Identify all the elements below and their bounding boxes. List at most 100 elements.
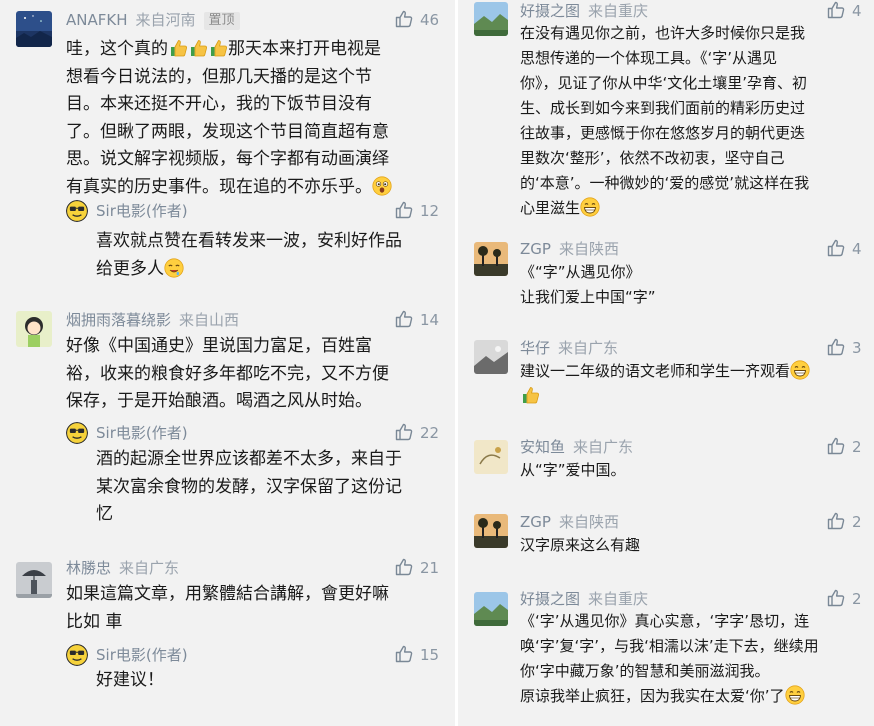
- author-location: 来自重庆: [588, 590, 649, 608]
- bw-photo-avatar[interactable]: [474, 340, 508, 374]
- thumbs-up-icon: [826, 337, 846, 357]
- like-button[interactable]: 15: [394, 644, 439, 666]
- like-button[interactable]: 4: [826, 238, 862, 260]
- sunset-tree-avatar[interactable]: [474, 242, 508, 276]
- thumbs-up-icon: [826, 238, 846, 258]
- reply-meta: Sir电影(作者): [96, 644, 188, 666]
- author-location: 来自陕西: [558, 513, 619, 531]
- comment-text: 建议一二年级的语文老师和学生一齐观看: [520, 359, 865, 409]
- like-count: 4: [852, 240, 862, 258]
- landscape-avatar[interactable]: [474, 2, 508, 36]
- comment-text: 哇，这个真的 那天本来打开电视是 想看今日说法的，但那几天播的是这个节 目。本来还…: [66, 36, 451, 201]
- like-count: 4: [852, 2, 862, 20]
- comment-meta: 烟拥雨落暮绕影 来自山西: [66, 309, 239, 331]
- reply-author-name[interactable]: Sir电影(作者): [96, 424, 188, 442]
- author-location: 来自重庆: [588, 2, 649, 20]
- like-button[interactable]: 2: [826, 436, 862, 458]
- landscape-avatar[interactable]: [474, 592, 508, 626]
- comment-meta: 好摄之图 来自重庆: [520, 588, 648, 610]
- cartoon-girl-avatar[interactable]: [16, 311, 52, 347]
- thumbs-up-emoji: [168, 38, 188, 58]
- like-button[interactable]: 21: [394, 557, 439, 579]
- thumbs-up-icon: [826, 511, 846, 531]
- like-count: 22: [420, 424, 440, 442]
- author-location: 来自山西: [179, 311, 240, 329]
- thumbs-up-icon: [394, 422, 414, 442]
- author-location: 来自广东: [119, 559, 180, 577]
- comment-meta: ANAFKH 来自河南 置顶: [66, 9, 240, 31]
- sunset-tree-avatar[interactable]: [474, 514, 508, 548]
- ink-painting-avatar[interactable]: [474, 440, 508, 474]
- author-location: 来自广东: [558, 339, 619, 357]
- author-location: 来自陕西: [558, 240, 619, 258]
- comment-text: 从“字”爱中国。: [520, 461, 626, 479]
- thumbs-up-emoji: [188, 38, 208, 58]
- author-name[interactable]: 安知鱼: [520, 438, 565, 456]
- thumbs-up-icon: [394, 200, 414, 220]
- reply-text: 好建议！: [96, 670, 164, 690]
- reply-meta: Sir电影(作者): [96, 200, 188, 222]
- author-location: 来自河南: [135, 11, 196, 29]
- like-count: 14: [420, 311, 440, 329]
- like-count: 3: [852, 339, 862, 357]
- pinned-badge: 置顶: [203, 12, 240, 30]
- author-name[interactable]: ZGP: [520, 240, 551, 258]
- comment-text: 《‘字’从遇见你》真心实意，‘字字’恳切，连 唤‘字’复‘字’，与我‘相濡以沫’…: [520, 612, 819, 705]
- comment-meta: 林勝忠 来自广东: [66, 557, 179, 579]
- drooling-face-emoji: [164, 258, 184, 278]
- thumbs-up-emoji: [520, 385, 540, 405]
- like-count: 15: [420, 646, 440, 664]
- like-count: 46: [420, 11, 440, 29]
- author-name[interactable]: 好摄之图: [520, 2, 580, 20]
- like-button[interactable]: 3: [826, 337, 862, 359]
- comment-text: 好像《中国通史》里说国力富足，百姓富 裕，收来的粮食好多年都吃不完，又不方便 保…: [66, 336, 389, 411]
- author-name[interactable]: ANAFKH: [66, 11, 128, 29]
- night-sky-avatar[interactable]: [16, 11, 52, 47]
- reply-author-name[interactable]: Sir电影(作者): [96, 646, 188, 664]
- comment-text: 如果這篇文章，用繁體結合講解，會更好嘛 比如 車: [66, 584, 389, 632]
- thumbs-up-icon: [394, 309, 414, 329]
- reply-text: 酒的起源全世界应该都差不太多，来自于 某次富余食物的发酵，汉字保留了这份记 忆: [96, 449, 402, 524]
- column-divider: [455, 0, 458, 726]
- like-count: 12: [420, 202, 440, 220]
- grinning-face-emoji: [785, 685, 805, 705]
- author-name[interactable]: ZGP: [520, 513, 551, 531]
- author-name[interactable]: 好摄之图: [520, 590, 580, 608]
- reply-meta: Sir电影(作者): [96, 422, 188, 444]
- like-count: 2: [852, 590, 862, 608]
- thumbs-up-icon: [394, 9, 414, 29]
- thumbs-up-emoji: [208, 38, 228, 58]
- thumbs-up-icon: [394, 557, 414, 577]
- comment-meta: 安知鱼 来自广东: [520, 436, 633, 458]
- comment-text: 在没有遇见你之前，也许大多时候你只是我 思想传递的一个体现工具。《‘字’从遇见 …: [520, 24, 810, 217]
- comment-meta: 华仔 来自广东: [520, 337, 618, 359]
- reply-text: 喜欢就点赞在看转发来一波，安利好作品 给更多人: [96, 231, 402, 279]
- thumbs-up-icon: [394, 644, 414, 664]
- comment-meta: ZGP 来自陕西: [520, 511, 619, 533]
- like-button[interactable]: 2: [826, 588, 862, 610]
- like-button[interactable]: 14: [394, 309, 439, 331]
- like-count: 2: [852, 513, 862, 531]
- like-button[interactable]: 12: [394, 200, 439, 222]
- reply-author-name[interactable]: Sir电影(作者): [96, 202, 188, 220]
- sir-movie-avatar[interactable]: [66, 644, 88, 666]
- like-button[interactable]: 4: [826, 0, 862, 22]
- like-button[interactable]: 46: [394, 9, 439, 31]
- comment-text: 《“字”从遇见你》 让我们爱上中国“字”: [520, 263, 656, 306]
- author-name[interactable]: 烟拥雨落暮绕影: [66, 311, 171, 329]
- grinning-face-emoji: [790, 360, 810, 380]
- comment-meta: ZGP 来自陕西: [520, 238, 619, 260]
- like-count: 2: [852, 438, 862, 456]
- like-button[interactable]: 2: [826, 511, 862, 533]
- sir-movie-avatar[interactable]: [66, 422, 88, 444]
- grinning-face-emoji: [580, 197, 600, 217]
- thumbs-up-icon: [826, 588, 846, 608]
- author-name[interactable]: 华仔: [520, 339, 550, 357]
- author-name[interactable]: 林勝忠: [66, 559, 111, 577]
- person-umbrella-avatar[interactable]: [16, 562, 52, 598]
- sir-movie-avatar[interactable]: [66, 200, 88, 222]
- comment-text: 汉字原来这么有趣: [520, 536, 641, 554]
- like-count: 21: [420, 559, 440, 577]
- like-button[interactable]: 22: [394, 422, 439, 444]
- comment-meta: 好摄之图 来自重庆: [520, 0, 648, 22]
